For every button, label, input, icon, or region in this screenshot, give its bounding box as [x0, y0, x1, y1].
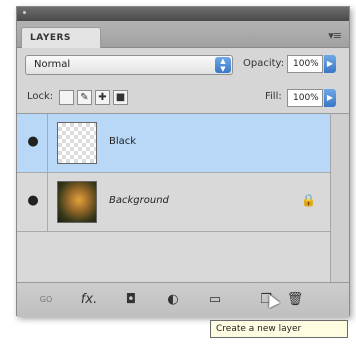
adjustment-layer-icon[interactable]: ◐: [163, 291, 183, 309]
layer-thumbnail: [57, 181, 97, 223]
opacity-arrow-icon[interactable]: ▶: [324, 55, 336, 73]
layer-mask-icon[interactable]: ◘: [121, 291, 141, 309]
group-icon[interactable]: ▭: [205, 291, 225, 309]
layers-panel: LAYERS ▾≡ Normal ▲ ▼ Opacity: 100% ▶ Lock…: [16, 6, 350, 317]
opacity-label: Opacity:: [243, 58, 285, 69]
fill-arrow-icon[interactable]: ▶: [324, 89, 336, 107]
lock-label: Lock:: [27, 91, 54, 102]
trash-icon[interactable]: 🗑: [285, 291, 305, 309]
blend-mode-value: Normal: [34, 59, 71, 70]
visibility-eye-icon[interactable]: ●: [25, 193, 41, 209]
collapse-grip-icon[interactable]: [23, 11, 26, 14]
layer-row-background[interactable]: ● Background 🔒: [17, 173, 331, 232]
layer-name: Background: [109, 195, 169, 206]
layer-actions-bar: GO fx. ◘ ◐ ▭ ❐ 🗑: [17, 282, 349, 317]
blend-opacity-row: Normal ▲ ▼ Opacity: 100% ▶: [17, 48, 349, 80]
panel-titlebar[interactable]: [17, 7, 349, 21]
tab-layers[interactable]: LAYERS: [21, 27, 101, 48]
layer-list: ● Black ● Background 🔒: [17, 113, 331, 282]
blend-mode-select[interactable]: Normal ▲ ▼: [25, 55, 233, 75]
lock-icon: 🔒: [301, 193, 316, 207]
visibility-eye-icon[interactable]: ●: [25, 134, 41, 150]
layer-list-scrollbar[interactable]: [330, 113, 349, 282]
layer-row-black[interactable]: ● Black: [17, 114, 331, 173]
lock-fill-row: Lock: ✎ ✚ ■ Fill: 100% ▶: [17, 80, 349, 112]
tab-bar: LAYERS ▾≡: [17, 21, 349, 48]
opacity-field[interactable]: 100%: [287, 55, 323, 73]
column-divider: [47, 114, 48, 172]
panel-menu-icon[interactable]: ▾≡: [328, 29, 342, 42]
lock-all-icon[interactable]: ■: [113, 90, 128, 105]
link-layers-icon[interactable]: GO: [35, 291, 57, 309]
fill-field[interactable]: 100%: [287, 89, 323, 107]
column-divider: [47, 173, 48, 231]
lock-position-icon[interactable]: ✚: [95, 90, 110, 105]
fx-icon[interactable]: fx.: [77, 291, 101, 309]
tooltip: Create a new layer: [210, 320, 348, 338]
chevron-updown-icon[interactable]: ▲ ▼: [215, 57, 231, 73]
layer-name: Black: [109, 136, 137, 147]
layer-thumbnail: [57, 122, 97, 164]
lock-transparency-icon[interactable]: [59, 90, 74, 105]
lock-pixels-icon[interactable]: ✎: [77, 90, 92, 105]
fill-label: Fill:: [265, 91, 282, 102]
